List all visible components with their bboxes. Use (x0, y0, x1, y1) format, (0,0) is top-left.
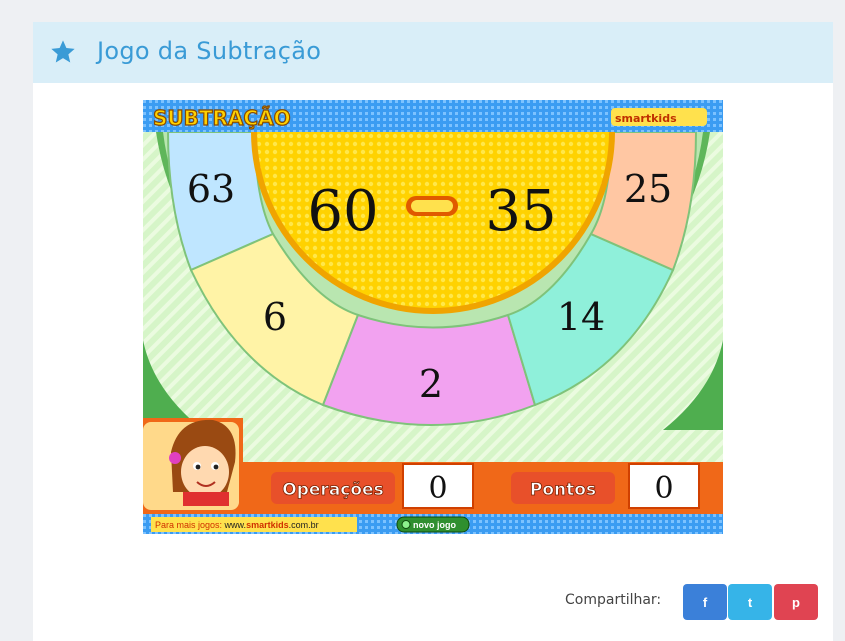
page-title: Jogo da Subtração (97, 37, 322, 65)
footer-text: Para mais jogos: www.smartkids.com.br (155, 520, 319, 530)
game-card: Jogo da Subtração SUBTRAÇÃO smartkids 60… (33, 22, 833, 641)
smartkids-logo: smartkids (611, 108, 707, 126)
operacoes-label: Operações (282, 480, 383, 500)
twitter-share-button[interactable]: t (728, 584, 772, 620)
pontos-value: 0 (654, 471, 673, 506)
facebook-icon: f (702, 594, 708, 610)
new-game-label[interactable]: novo jogo (413, 520, 456, 530)
twitter-icon: t (747, 594, 753, 610)
pontos-label: Pontos (530, 480, 596, 500)
game-canvas[interactable]: SUBTRAÇÃO smartkids 60 35 63 6 2 14 25 O… (143, 100, 723, 534)
pinterest-share-button[interactable]: p (774, 584, 818, 620)
new-game-button[interactable]: novo jogo (396, 516, 470, 533)
answer-6[interactable]: 6 (263, 295, 287, 339)
minuend: 60 (307, 179, 378, 244)
star-icon (51, 40, 75, 63)
logo-text: smartkids (615, 112, 677, 125)
operacoes-value: 0 (428, 471, 447, 506)
answer-25[interactable]: 25 (624, 167, 672, 211)
answer-2[interactable]: 2 (419, 362, 443, 406)
card-header: Jogo da Subtração (33, 22, 833, 83)
minus-sign (406, 196, 458, 216)
facebook-share-button[interactable]: f (683, 584, 727, 620)
share-label: Compartilhar: (565, 592, 662, 608)
pinterest-icon: p (792, 594, 800, 610)
answer-14[interactable]: 14 (557, 295, 605, 339)
game-title: SUBTRAÇÃO (153, 106, 291, 130)
subtrahend: 35 (485, 179, 556, 244)
answer-63[interactable]: 63 (187, 167, 235, 211)
